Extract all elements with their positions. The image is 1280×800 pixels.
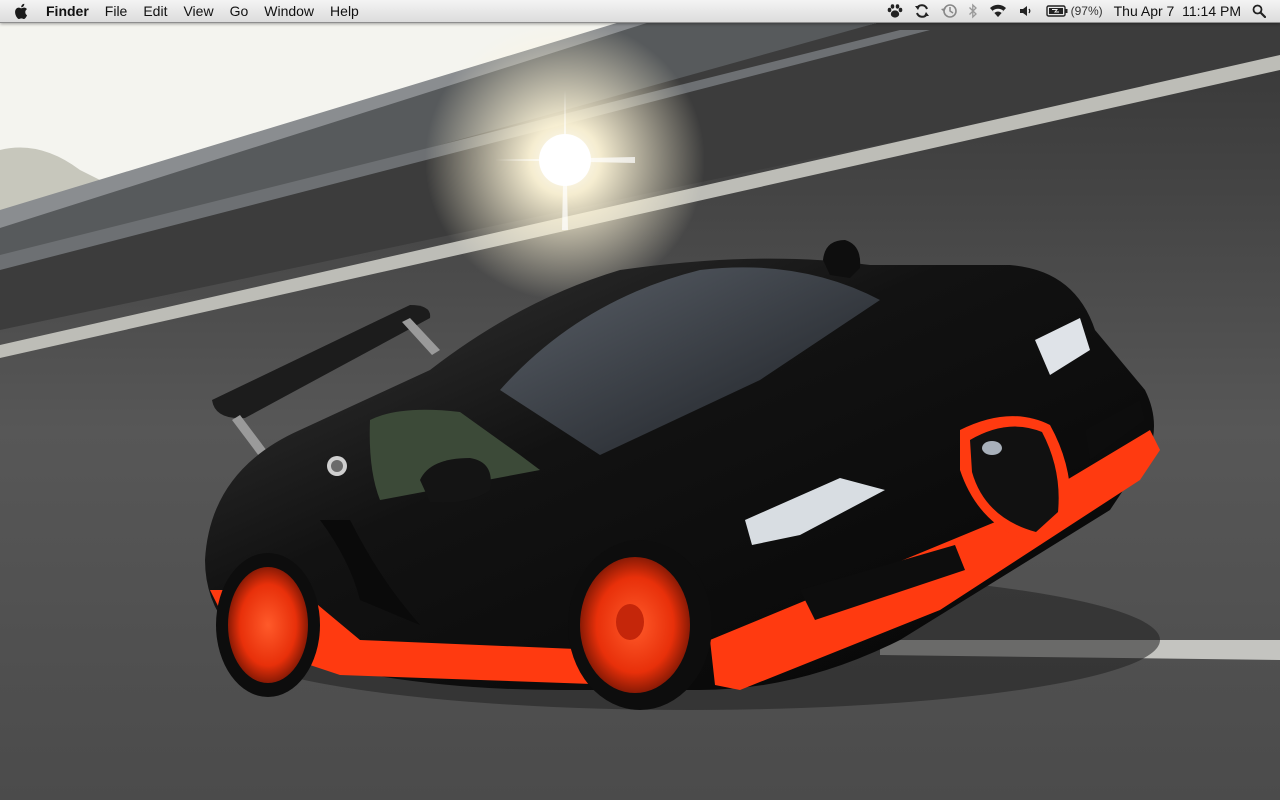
battery-icon [1045, 5, 1068, 17]
menu-window[interactable]: Window [256, 0, 322, 22]
menu-view[interactable]: View [175, 0, 221, 22]
menu-bar-left: Finder File Edit View Go Window Help [0, 0, 367, 22]
sync-icon[interactable] [909, 0, 935, 22]
volume-icon[interactable] [1013, 0, 1041, 22]
paw-icon[interactable] [881, 0, 909, 22]
menu-clock[interactable]: Thu Apr 7 11:14 PM [1108, 0, 1247, 22]
apple-logo-icon [14, 3, 27, 19]
apple-menu-icon[interactable] [0, 0, 40, 22]
wallpaper-image [0, 0, 1280, 800]
battery-percent: (97%) [1070, 4, 1103, 18]
menu-edit[interactable]: Edit [135, 0, 175, 22]
menu-go[interactable]: Go [222, 0, 257, 22]
menu-bar-status-area: (97%) Thu Apr 7 11:14 PM [881, 0, 1280, 22]
menu-file[interactable]: File [97, 0, 136, 22]
wifi-icon[interactable] [983, 0, 1013, 22]
menu-bar: Finder File Edit View Go Window Help (97… [0, 0, 1280, 23]
spotlight-icon[interactable] [1247, 0, 1280, 22]
battery-status[interactable]: (97%) [1041, 0, 1108, 22]
bluetooth-icon[interactable] [963, 0, 983, 22]
menu-app-finder[interactable]: Finder [40, 0, 97, 22]
desktop-wallpaper [0, 0, 1280, 800]
menu-help[interactable]: Help [322, 0, 367, 22]
time-machine-icon[interactable] [935, 0, 963, 22]
